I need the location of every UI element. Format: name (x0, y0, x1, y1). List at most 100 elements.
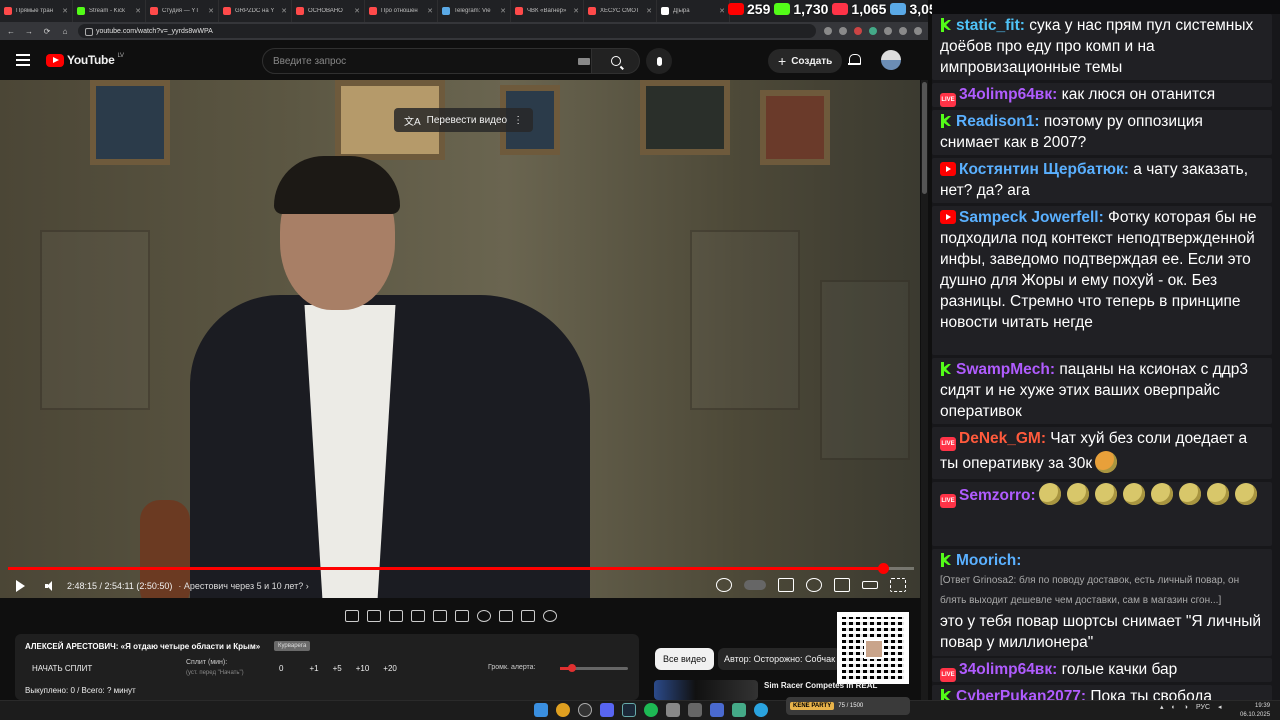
browser-tab[interactable]: ЧВК «Вагнер» ✕ (511, 0, 584, 22)
close-icon[interactable]: ✕ (135, 7, 141, 15)
browser-tab[interactable]: GRPZDC на Y ✕ (219, 0, 292, 22)
cinema-icon[interactable] (389, 610, 403, 622)
settings-gear-icon[interactable] (543, 610, 557, 622)
app-icon[interactable] (666, 703, 680, 717)
voice-search-button[interactable] (646, 48, 672, 74)
back-icon[interactable]: ← (6, 27, 16, 36)
close-icon[interactable]: ✕ (354, 7, 360, 15)
tray-icon[interactable]: ▴ (1160, 703, 1164, 711)
page-scrollbar[interactable] (921, 80, 928, 700)
chat-username[interactable]: Semzorro: (959, 487, 1036, 504)
forward-icon[interactable]: → (24, 27, 34, 36)
profile-icon[interactable] (899, 27, 907, 35)
speed-icon[interactable] (477, 610, 491, 622)
extension-icon[interactable] (869, 27, 877, 35)
language-indicator[interactable]: РУС (1196, 704, 1210, 711)
extension-icon[interactable] (839, 27, 847, 35)
chat-username[interactable]: Readison1: (956, 113, 1040, 130)
browser-tab[interactable]: Студия — YT ✕ (146, 0, 219, 22)
app-icon[interactable] (710, 703, 724, 717)
browser-tab[interactable]: ОСНОВАНО ✕ (292, 0, 365, 22)
browser-tab[interactable]: ХЕСУС СМОТ ✕ (584, 0, 657, 22)
alert-volume-slider[interactable] (560, 664, 628, 672)
tray-icon[interactable]: ◐ (1172, 704, 1176, 711)
add-10-button[interactable]: +10 (356, 664, 370, 673)
settings-gear-icon[interactable] (806, 578, 822, 592)
clock[interactable]: 19:39 06.10.2025 (1240, 702, 1270, 720)
close-icon[interactable]: ✕ (62, 7, 68, 15)
telegram-icon[interactable] (754, 703, 768, 717)
miniplayer-icon[interactable] (834, 578, 850, 592)
tray-icon[interactable]: ◑ (1184, 704, 1188, 711)
audio-icon[interactable] (367, 610, 381, 622)
steam-icon[interactable] (622, 703, 636, 717)
related-video-title[interactable]: Sim Racer Competes In REAL (764, 681, 877, 690)
related-video-thumbnail[interactable] (654, 680, 758, 700)
chip-all-videos[interactable]: Все видео (655, 648, 715, 670)
close-icon[interactable]: ✕ (719, 7, 725, 15)
chat-username[interactable]: static_fit: (956, 17, 1025, 34)
browser-tab[interactable]: Д|ыра ✕ (657, 0, 730, 22)
browser-tab[interactable]: Telegram: Vie ✕ (438, 0, 511, 22)
subtitles-icon[interactable] (778, 578, 794, 592)
add-box-icon[interactable] (499, 610, 513, 622)
chat-username[interactable]: DeNek_GM: (959, 430, 1046, 447)
start-icon[interactable] (534, 703, 548, 717)
loop-icon[interactable] (345, 610, 359, 622)
clapper-icon[interactable] (411, 610, 425, 622)
app-icon[interactable] (732, 703, 746, 717)
address-bar[interactable]: youtube.com/watch?v=_yyrds8wWPA (78, 24, 816, 38)
browser-tab[interactable]: Прямые тран ✕ (0, 0, 73, 22)
chat-username[interactable]: SwampMech: (956, 361, 1055, 378)
add-1-button[interactable]: +1 (309, 664, 318, 673)
close-icon[interactable]: ✕ (573, 7, 579, 15)
reload-icon[interactable]: ⟳ (42, 27, 52, 36)
close-icon[interactable]: ✕ (646, 7, 652, 15)
chrome-icon[interactable] (556, 703, 570, 717)
create-button[interactable]: + Создать (768, 49, 843, 73)
more-options-icon[interactable]: ⋮ (513, 115, 523, 126)
avatar[interactable] (881, 50, 901, 70)
extension-icon[interactable] (854, 27, 862, 35)
close-icon[interactable]: ✕ (281, 7, 287, 15)
menu-icon[interactable] (914, 27, 922, 35)
chip-author[interactable]: Автор: Осторожно: Собчак (718, 648, 842, 670)
keyboard-icon[interactable] (578, 58, 590, 65)
close-icon[interactable]: ✕ (427, 7, 433, 15)
extension-icon[interactable] (824, 27, 832, 35)
sound-icon[interactable]: ◂ (1218, 703, 1222, 711)
theater-mode-icon[interactable] (862, 581, 878, 589)
youtube-logo[interactable]: YouTube LV (46, 53, 124, 67)
play-icon[interactable] (16, 580, 25, 592)
search-input[interactable]: Введите запрос (262, 48, 592, 74)
chat-username[interactable]: Костянтин Щербатюк: (959, 161, 1129, 178)
close-icon[interactable]: ✕ (500, 7, 506, 15)
chat-username[interactable]: CyberPukan2077: (956, 688, 1086, 700)
screenshot-camera-icon[interactable] (521, 610, 535, 622)
sponsorblock-icon[interactable] (716, 578, 732, 592)
browser-tab[interactable]: Про отношен ✕ (365, 0, 438, 22)
add-5-button[interactable]: +5 (333, 664, 342, 673)
notifications-bell-icon[interactable] (848, 53, 861, 67)
app-icon[interactable] (688, 703, 702, 717)
translate-video-button[interactable]: 文A Перевести видео ⋮ (394, 108, 534, 132)
chapter-title[interactable]: · Арестович через 5 и 10 лет? › (178, 581, 308, 591)
chat-username[interactable]: Sampeck Jowerfell: (959, 209, 1104, 226)
chat-username[interactable]: 34olimp64вк: (959, 86, 1057, 103)
home-icon[interactable]: ⌂ (60, 27, 70, 36)
spotify-icon[interactable] (644, 703, 658, 717)
close-icon[interactable]: ✕ (208, 7, 214, 15)
obs-icon[interactable] (578, 703, 592, 717)
browser-tab[interactable]: Stream - Kick ✕ (73, 0, 146, 22)
discord-icon[interactable] (600, 703, 614, 717)
chat-username[interactable]: 34olimp64вк: (959, 661, 1057, 678)
start-split-button[interactable]: НАЧАТЬ СПЛИТ (32, 664, 92, 673)
video-player[interactable] (0, 80, 920, 598)
search-button[interactable] (592, 48, 640, 74)
add-20-button[interactable]: +20 (383, 664, 397, 673)
aspect-icon[interactable] (433, 610, 447, 622)
fullscreen-icon[interactable] (890, 578, 906, 592)
autoplay-toggle[interactable] (744, 580, 766, 590)
film-icon[interactable] (455, 610, 469, 622)
video-progress-bar[interactable] (8, 567, 914, 570)
